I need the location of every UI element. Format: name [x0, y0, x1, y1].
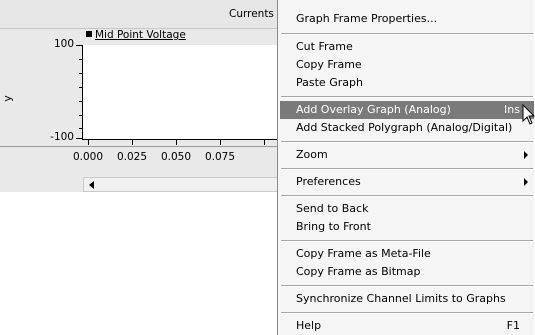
y-axis-line [82, 45, 83, 139]
menu-item-label: Copy Frame [296, 58, 362, 71]
menu-item-cut-frame[interactable]: Cut Frame [280, 38, 534, 56]
menu-separator [281, 141, 533, 143]
legend-swatch [86, 31, 92, 37]
menu-item-zoom[interactable]: Zoom [280, 146, 534, 164]
x-tick [132, 139, 133, 145]
y-tick [79, 59, 82, 60]
menu-item-synchronize-channel-limits[interactable]: Synchronize Channel Limits to Graphs [280, 290, 534, 308]
menu-item-copy-frame-as-bitmap[interactable]: Copy Frame as Bitmap [280, 263, 534, 281]
y-tick [79, 73, 82, 74]
menu-item-label: Bring to Front [296, 220, 371, 233]
plot-area[interactable] [82, 45, 282, 139]
y-tick [79, 115, 82, 116]
y-tick-label: -100 [50, 131, 74, 143]
menu-item-label: Graph Frame Properties... [296, 12, 438, 25]
y-tick-label: 100 [53, 38, 74, 50]
y-tick [79, 87, 82, 88]
menu-item-label: Zoom [296, 148, 328, 161]
x-tick-label: 0.000 [72, 151, 104, 163]
menu-separator [281, 240, 533, 242]
menu-separator [281, 195, 533, 197]
menu-item-label: Copy Frame as Bitmap [296, 265, 421, 278]
menu-item-paste-graph[interactable]: Paste Graph [280, 74, 534, 92]
x-tick-label: 0.050 [160, 151, 192, 163]
x-axis-line [82, 139, 278, 140]
menu-item-label: Help [296, 319, 322, 332]
menu-item-bring-to-front[interactable]: Bring to Front [280, 218, 534, 236]
menu-separator [281, 168, 533, 170]
menu-item-send-to-back[interactable]: Send to Back [280, 200, 534, 218]
y-axis-label: y [0, 95, 14, 102]
menu-item-add-stacked-polygraph[interactable]: Add Stacked Polygraph (Analog/Digital) [280, 119, 534, 137]
menu-item-shortcut: Ins [504, 103, 520, 116]
x-tick-label: 0.075 [204, 151, 236, 163]
menu-item-label: Add Stacked Polygraph (Analog/Digital) [296, 121, 513, 134]
menu-item-label: Synchronize Channel Limits to Graphs [296, 292, 506, 305]
menu-item-label: Cut Frame [296, 40, 353, 53]
menu-item-copy-frame-as-meta-file[interactable]: Copy Frame as Meta-File [280, 245, 534, 263]
mouse-pointer-icon [522, 104, 535, 125]
menu-item-shortcut: F1 [506, 319, 520, 332]
x-tick [220, 139, 221, 145]
menu-item-graph-frame-properties[interactable]: Graph Frame Properties... [280, 10, 534, 28]
x-tick [176, 139, 177, 145]
x-tick-label: 0.025 [116, 151, 148, 163]
scroll-left-arrow-icon[interactable] [86, 180, 98, 190]
submenu-arrow-icon [524, 178, 528, 186]
menu-item-label: Paste Graph [296, 76, 363, 89]
x-tick [264, 139, 265, 145]
menu-separator [281, 33, 533, 35]
x-tick [88, 139, 89, 145]
menu-item-copy-frame[interactable]: Copy Frame [280, 56, 534, 74]
y-tick [79, 101, 82, 102]
menu-item-label: Copy Frame as Meta-File [296, 247, 431, 260]
legend[interactable]: Mid Point Voltage [86, 29, 186, 41]
menu-item-add-overlay-graph[interactable]: Add Overlay Graph (Analog) Ins [280, 101, 534, 119]
legend-label[interactable]: Mid Point Voltage [95, 29, 186, 41]
submenu-arrow-icon [524, 151, 528, 159]
menu-separator [281, 96, 533, 98]
menu-item-label: Add Overlay Graph (Analog) [296, 103, 451, 116]
y-tick [79, 128, 82, 129]
horizontal-scrollbar[interactable] [83, 177, 283, 192]
menu-item-label: Preferences [296, 175, 361, 188]
y-tick [76, 45, 82, 46]
menu-separator [281, 285, 533, 287]
menu-item-label: Send to Back [296, 202, 369, 215]
menu-separator [281, 312, 533, 314]
menu-item-preferences[interactable]: Preferences [280, 173, 534, 191]
menu-item-help[interactable]: Help F1 [280, 317, 534, 335]
context-menu: Graph Frame Properties... Cut Frame Copy… [277, 0, 535, 335]
